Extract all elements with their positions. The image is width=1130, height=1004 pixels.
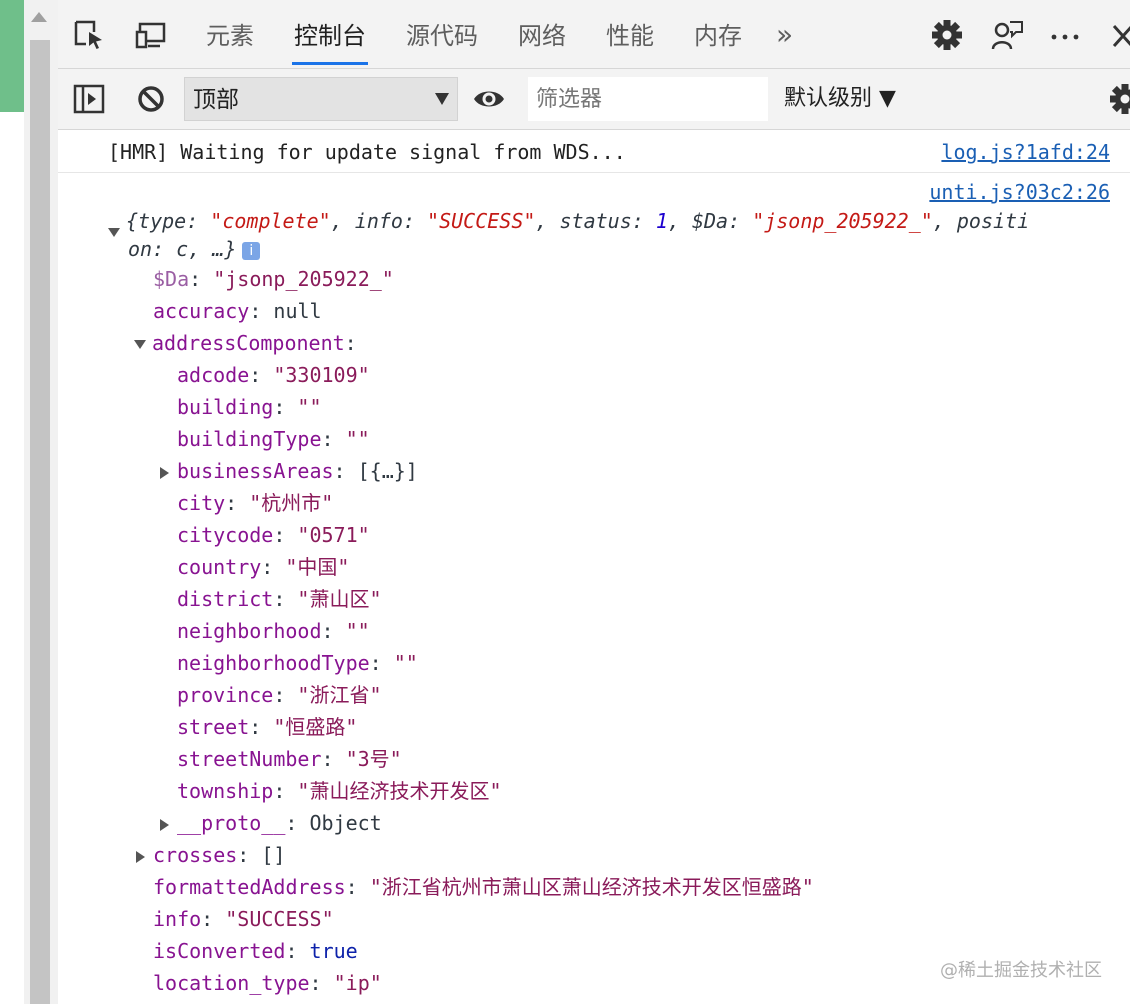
tab-performance[interactable]: 性能 xyxy=(606,0,654,68)
clear-console-icon[interactable] xyxy=(134,82,168,116)
prop-row: location_type: "ip" xyxy=(153,971,382,995)
source-link[interactable]: log.js?1afd:24 xyxy=(941,140,1110,164)
console-message-text: [HMR] Waiting for update signal from WDS… xyxy=(108,140,626,164)
prop-row: citycode: "0571" xyxy=(177,523,370,547)
prop-row: streetNumber: "3号" xyxy=(177,747,402,771)
gear-icon[interactable] xyxy=(930,18,964,52)
collapse-arrow-icon[interactable] xyxy=(160,466,169,479)
more-options-icon[interactable] xyxy=(1048,18,1082,52)
prop-row: building: "" xyxy=(177,395,322,419)
devtools-panel: 元素 控制台 源代码 网络 性能 内存 » 顶部 筛选器 默认级别 ▼ [HMR… xyxy=(58,0,1130,1004)
info-icon[interactable]: i xyxy=(242,241,261,260)
expand-arrow-icon[interactable] xyxy=(134,340,146,349)
prop-row: neighborhood: "" xyxy=(177,619,370,643)
prop-row: province: "浙江省" xyxy=(177,683,382,707)
tab-elements[interactable]: 元素 xyxy=(206,0,254,68)
more-tabs-chevron[interactable]: » xyxy=(776,18,793,52)
scroll-up-arrow-icon[interactable] xyxy=(31,12,47,22)
live-expression-eye-icon[interactable] xyxy=(472,82,506,116)
prop-row: $Da: "jsonp_205922_" xyxy=(153,267,394,291)
feedback-icon[interactable] xyxy=(990,18,1024,52)
execution-context-label: 顶部 xyxy=(193,87,239,113)
object-summary-wrap: on: c, …} i xyxy=(128,236,261,262)
device-emulation-icon[interactable] xyxy=(134,18,168,52)
chevron-down-icon xyxy=(435,93,449,105)
page-accent-bar xyxy=(0,0,24,112)
collapse-arrow-icon[interactable] xyxy=(136,850,145,863)
tab-sources[interactable]: 源代码 xyxy=(406,0,478,68)
execution-context-select[interactable]: 顶部 xyxy=(184,77,458,121)
prop-row: accuracy: null xyxy=(153,299,322,323)
prop-row: neighborhoodType: "" xyxy=(177,651,418,675)
prop-row-proto[interactable]: __proto__: Object xyxy=(160,810,382,836)
prop-row: info: "SUCCESS" xyxy=(153,907,334,931)
console-message: [HMR] Waiting for update signal from WDS… xyxy=(58,130,1130,173)
prop-row: formattedAddress: "浙江省杭州市萧山区萧山经济技术开发区恒盛路… xyxy=(153,875,814,899)
prop-row-crosses[interactable]: crosses: [] xyxy=(136,842,285,868)
tab-memory[interactable]: 内存 xyxy=(694,0,742,68)
filter-box xyxy=(528,77,768,121)
object-summary[interactable]: {type: "complete", info: "SUCCESS", stat… xyxy=(108,208,1029,237)
collapse-arrow-icon[interactable] xyxy=(160,818,169,831)
object-source-link[interactable]: unti.js?03c2:26 xyxy=(929,180,1110,204)
prop-row: township: "萧山经济技术开发区" xyxy=(177,779,502,803)
prop-row: country: "中国" xyxy=(177,555,350,579)
prop-row: street: "恒盛路" xyxy=(177,715,358,739)
prop-row: district: "萧山区" xyxy=(177,587,382,611)
prop-row: city: "杭州市" xyxy=(177,491,334,515)
prop-row-address-component[interactable]: addressComponent: xyxy=(134,330,357,356)
close-icon[interactable] xyxy=(1108,18,1130,52)
console-toolbar: 顶部 默认级别 ▼ xyxy=(58,69,1130,130)
sidebar-toggle-icon[interactable] xyxy=(72,82,106,116)
scrollbar-thumb[interactable] xyxy=(30,40,50,1004)
console-settings-gear-icon[interactable] xyxy=(1108,82,1130,116)
inspect-element-icon[interactable] xyxy=(72,18,106,52)
prop-row: adcode: "330109" xyxy=(177,363,370,387)
watermark: @稀土掘金技术社区 xyxy=(940,960,1102,981)
left-page-strip xyxy=(0,0,24,1004)
tab-console[interactable]: 控制台 xyxy=(292,0,368,68)
tab-network[interactable]: 网络 xyxy=(518,0,566,68)
log-levels-dropdown[interactable]: 默认级别 ▼ xyxy=(784,77,896,121)
prop-row-business-areas[interactable]: businessAreas: [{…}] xyxy=(160,458,418,484)
prop-row: isConverted: true xyxy=(153,939,358,963)
prop-row: buildingType: "" xyxy=(177,427,370,451)
filter-input[interactable] xyxy=(528,77,766,121)
console-output: [HMR] Waiting for update signal from WDS… xyxy=(58,130,1130,1004)
devtools-tabbar: 元素 控制台 源代码 网络 性能 内存 » xyxy=(58,0,1130,69)
expand-arrow-icon[interactable] xyxy=(108,228,120,237)
